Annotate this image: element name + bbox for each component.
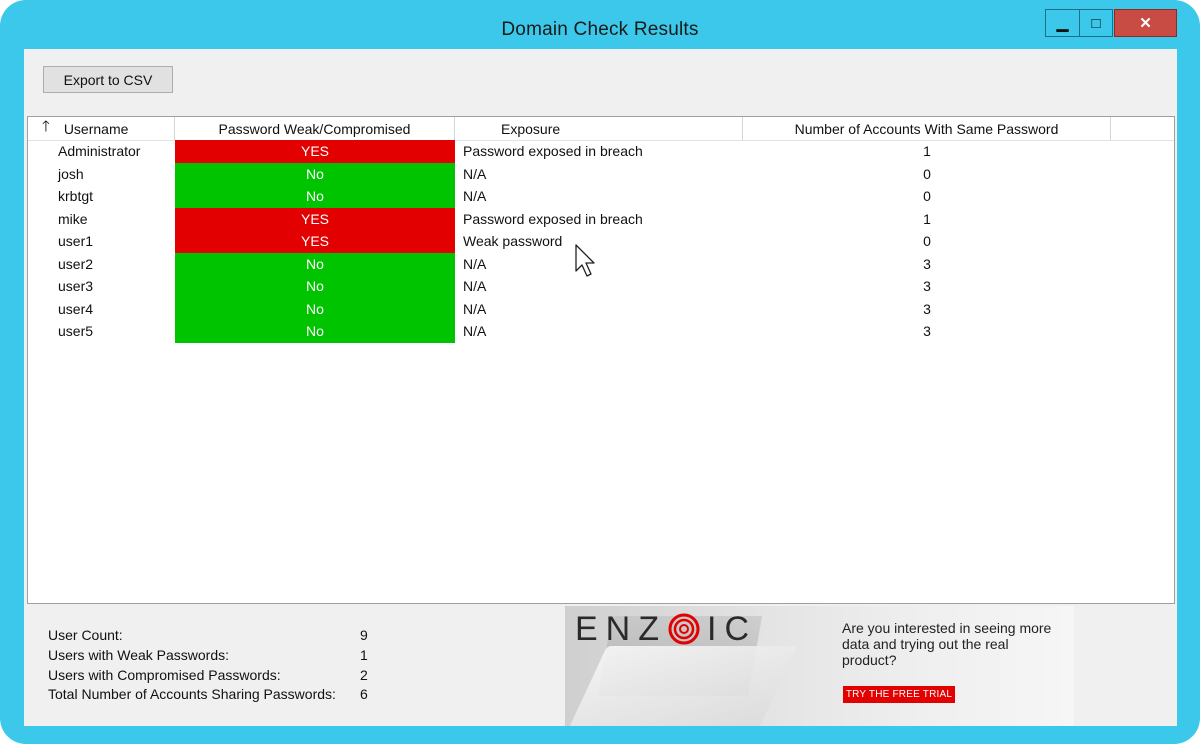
cell-password-status: YES	[175, 207, 455, 230]
mouse-cursor-icon	[575, 244, 595, 277]
stat-value: 1	[360, 647, 368, 663]
cell-same-count: 3	[923, 278, 931, 295]
cell-same-count: 1	[923, 210, 931, 227]
cell-password-status: No	[175, 297, 455, 320]
cell-exposure: N/A	[463, 278, 487, 295]
stat-label: Total Number of Accounts Sharing Passwor…	[48, 686, 336, 702]
cell-password-status: No	[175, 162, 455, 185]
stat-value: 6	[360, 686, 368, 702]
table-row[interactable]: Administrator YES Password exposed in br…	[28, 140, 1174, 163]
stat-sharing-passwords: Total Number of Accounts Sharing Passwor…	[48, 686, 378, 706]
cell-exposure: N/A	[463, 323, 487, 340]
cell-same-count: 3	[923, 300, 931, 317]
column-header-label: Exposure	[501, 120, 561, 137]
close-icon: ✕	[1139, 15, 1152, 32]
cell-username: mike	[58, 210, 88, 227]
table-row[interactable]: user3 No N/A 3	[28, 275, 1174, 298]
cell-password-status: No	[175, 252, 455, 275]
stat-label: Users with Compromised Passwords:	[48, 667, 281, 683]
stat-label: Users with Weak Passwords:	[48, 647, 230, 663]
export-csv-button[interactable]: Export to CSV	[43, 66, 173, 93]
cell-same-count: 0	[923, 188, 931, 205]
cell-username: josh	[58, 165, 84, 182]
column-header-same-password-count[interactable]: Number of Accounts With Same Password	[743, 117, 1111, 140]
column-header-exposure[interactable]: Exposure	[455, 117, 743, 140]
stat-label: User Count:	[48, 627, 123, 643]
cell-username: user4	[58, 300, 94, 317]
enzoic-logo: ENZ IC	[575, 609, 757, 648]
cell-exposure: Password exposed in breach	[463, 143, 643, 160]
table-row[interactable]: user1 YES Weak password 0	[28, 230, 1174, 253]
results-grid[interactable]: 🡑 Username Password Weak/Compromised Exp…	[27, 116, 1175, 604]
table-row[interactable]: mike YES Password exposed in breach 1	[28, 207, 1174, 230]
target-icon	[668, 613, 700, 645]
stat-weak-passwords: Users with Weak Passwords: 1	[48, 647, 378, 667]
cell-password-status: No	[175, 275, 455, 298]
table-row[interactable]: user5 No N/A 3	[28, 320, 1174, 343]
table-row[interactable]: josh No N/A 0	[28, 162, 1174, 185]
cell-username: user5	[58, 323, 94, 340]
cell-exposure: Password exposed in breach	[463, 210, 643, 227]
cell-password-status: YES	[175, 140, 455, 163]
cell-username: krbtgt	[58, 188, 94, 205]
stat-user-count: User Count: 9	[48, 627, 378, 647]
cell-exposure: N/A	[463, 255, 487, 272]
stat-compromised-passwords: Users with Compromised Passwords: 2	[48, 667, 378, 687]
free-trial-button[interactable]: TRY THE FREE TRIAL	[843, 686, 955, 703]
logo-text-right: IC	[707, 609, 757, 648]
table-row[interactable]: user4 No N/A 3	[28, 297, 1174, 320]
cell-password-status: No	[175, 185, 455, 208]
column-header-label: Username	[63, 120, 129, 137]
maximize-button[interactable]: □	[1079, 9, 1113, 37]
cell-exposure: Weak password	[463, 233, 563, 250]
column-header-label: Number of Accounts With Same Password	[794, 120, 1059, 137]
cell-same-count: 3	[923, 255, 931, 272]
cell-same-count: 0	[923, 233, 931, 250]
cell-exposure: N/A	[463, 165, 487, 182]
cell-exposure: N/A	[463, 188, 487, 205]
window-title: Domain Check Results	[501, 19, 699, 40]
table-row[interactable]: krbtgt No N/A 0	[28, 185, 1174, 208]
grid-header: 🡑 Username Password Weak/Compromised Exp…	[28, 117, 1174, 141]
column-header-username[interactable]: 🡑 Username	[28, 117, 175, 140]
laptop-image	[565, 646, 798, 726]
cell-exposure: N/A	[463, 300, 487, 317]
close-button[interactable]: ✕	[1114, 9, 1177, 37]
logo-text-left: ENZ	[575, 609, 667, 648]
cell-username: user1	[58, 233, 94, 250]
stat-value: 2	[360, 667, 368, 683]
cell-username: user2	[58, 255, 94, 272]
cell-same-count: 0	[923, 165, 931, 182]
column-header-label: Password Weak/Compromised	[218, 120, 411, 137]
minimize-icon: ▁	[1056, 15, 1069, 32]
maximize-icon: □	[1091, 14, 1101, 32]
cell-username: user3	[58, 278, 94, 295]
column-header-password-status[interactable]: Password Weak/Compromised	[175, 117, 455, 140]
cell-password-status: No	[175, 320, 455, 343]
cell-same-count: 1	[923, 143, 931, 160]
ad-message: Are you interested in seeing more data a…	[842, 620, 1052, 668]
client-area: Export to CSV 🡑 Username Password Weak/C…	[24, 49, 1177, 726]
stat-value: 9	[360, 627, 368, 643]
app-window: Domain Check Results ▁ □ ✕ Export to CSV…	[0, 0, 1200, 744]
arrow-up-icon: 🡑	[42, 118, 50, 135]
enzoic-ad-banner[interactable]: ENZ IC Are you interested in seeing more…	[565, 606, 1074, 726]
minimize-button[interactable]: ▁	[1045, 9, 1079, 37]
cell-password-status: YES	[175, 230, 455, 253]
table-row[interactable]: user2 No N/A 3	[28, 252, 1174, 275]
cell-username: Administrator	[58, 143, 141, 160]
cell-same-count: 3	[923, 323, 931, 340]
